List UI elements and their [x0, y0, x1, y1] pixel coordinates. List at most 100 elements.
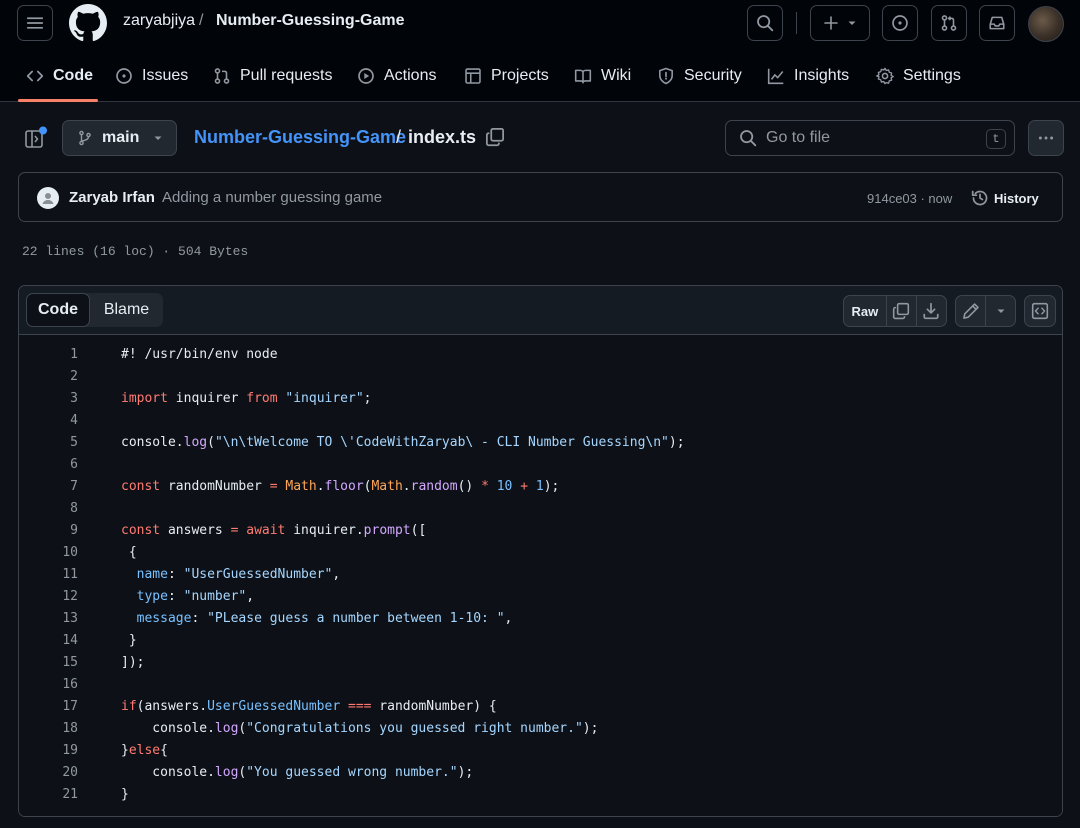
code-square-icon — [1031, 302, 1049, 320]
pull-requests-button[interactable] — [931, 5, 967, 41]
line-number[interactable]: 17 — [38, 696, 78, 718]
line-number[interactable]: 5 — [38, 432, 78, 454]
line-number[interactable]: 2 — [38, 366, 78, 388]
line-code: console.log("\n\tWelcome TO \'CodeWithZa… — [121, 432, 685, 454]
line-number[interactable]: 8 — [38, 498, 78, 520]
shortcut-key: t — [986, 129, 1006, 149]
owner-link[interactable]: zaryabjiya — [123, 12, 195, 30]
code-token: from — [246, 391, 278, 406]
plus-icon — [823, 15, 839, 31]
code-token: "\n\tWelcome TO \'CodeWithZaryab\ - CLI … — [214, 435, 669, 450]
code-token: if — [121, 699, 137, 714]
commit-message[interactable]: Adding a number guessing game — [162, 189, 382, 206]
code-view-button[interactable]: Code — [26, 293, 90, 327]
line-number[interactable]: 13 — [38, 608, 78, 630]
symbols-panel-button[interactable] — [1025, 296, 1055, 326]
commit-sha-time[interactable]: 914ce03 · now — [867, 191, 952, 206]
tab-label: Pull requests — [240, 67, 333, 84]
code-token: ]); — [121, 655, 145, 670]
tab-issues[interactable]: Issues — [115, 56, 188, 96]
github-logo[interactable] — [69, 4, 107, 42]
copy-icon — [892, 302, 910, 320]
line-number[interactable]: 14 — [38, 630, 78, 652]
inbox-button[interactable] — [979, 5, 1015, 41]
code-line: 1 #! /usr/bin/env node — [19, 344, 1062, 366]
file-tree-toggle[interactable] — [22, 125, 50, 153]
line-number[interactable]: 1 — [38, 344, 78, 366]
gear-icon — [876, 67, 903, 85]
tab-label: Issues — [142, 67, 189, 84]
issues-button[interactable] — [882, 5, 918, 41]
github-icon — [69, 4, 107, 42]
code-line: 15]); — [19, 652, 1062, 674]
go-to-file[interactable]: t — [725, 120, 1015, 156]
tab-insights[interactable]: Insights — [767, 56, 849, 96]
line-number[interactable]: 15 — [38, 652, 78, 674]
line-number[interactable]: 3 — [38, 388, 78, 410]
code-token: { — [160, 743, 168, 758]
code-token: === — [348, 699, 372, 714]
code-token: "number" — [183, 589, 247, 604]
tab-actions[interactable]: Actions — [357, 56, 436, 96]
code-token: : — [167, 567, 184, 582]
tab-projects[interactable]: Projects — [464, 56, 549, 96]
copy-raw-button[interactable] — [885, 296, 916, 326]
tab-wiki[interactable]: Wiki — [574, 56, 631, 96]
line-number[interactable]: 9 — [38, 520, 78, 542]
download-button[interactable] — [915, 296, 946, 326]
raw-button[interactable]: Raw — [844, 296, 886, 326]
line-number[interactable]: 4 — [38, 410, 78, 432]
code-token: "PLease guess a number between 1-10: " — [207, 611, 505, 626]
search-button[interactable] — [747, 5, 783, 41]
go-to-file-input[interactable] — [766, 129, 966, 147]
book-icon — [574, 67, 601, 85]
tab-label: Security — [684, 67, 742, 84]
menu-button[interactable] — [17, 5, 53, 41]
line-number[interactable]: 10 — [38, 542, 78, 564]
more-options-button[interactable] — [1028, 120, 1064, 156]
code-token: . — [175, 435, 184, 450]
edit-options-dropdown[interactable] — [985, 296, 1015, 326]
line-number[interactable]: 12 — [38, 586, 78, 608]
code-token: } — [121, 633, 137, 648]
line-number[interactable]: 21 — [38, 784, 78, 806]
code-token: UserGuessedNumber — [207, 699, 341, 714]
code-line: 4 — [19, 410, 1062, 432]
code-token: , — [504, 611, 513, 626]
user-avatar[interactable] — [1028, 6, 1064, 42]
line-number[interactable]: 6 — [38, 454, 78, 476]
code-line: 5 console.log("\n\tWelcome TO \'CodeWithZ… — [19, 432, 1062, 454]
history-button[interactable]: History — [971, 187, 1039, 209]
line-number[interactable]: 20 — [38, 762, 78, 784]
line-number[interactable]: 16 — [38, 674, 78, 696]
header-row: zaryabjiya / Number-Guessing-Game — [0, 0, 1080, 46]
tab-settings[interactable]: Settings — [876, 56, 961, 96]
breadcrumb-repo-link[interactable]: Number-Guessing-Game — [194, 127, 406, 148]
edit-file-button[interactable] — [956, 296, 985, 326]
code-token: import — [121, 391, 168, 406]
tab-label: Wiki — [601, 67, 632, 84]
author-avatar[interactable] — [37, 187, 59, 209]
tab-pull-requests[interactable]: Pull requests — [213, 56, 333, 96]
commit-author[interactable]: Zaryab Irfan — [69, 189, 155, 206]
tab-security[interactable]: Security — [657, 56, 742, 96]
line-code: } — [121, 784, 129, 806]
inbox-icon — [988, 14, 1006, 32]
create-new-button[interactable] — [810, 5, 870, 41]
history-label: History — [994, 190, 1039, 206]
tab-code[interactable]: Code — [26, 56, 93, 96]
line-code: console.log("Congratulations you guessed… — [121, 718, 598, 740]
line-number[interactable]: 7 — [38, 476, 78, 498]
code-body: 1 #! /usr/bin/env node 2 3 import inquirer f… — [19, 335, 1062, 816]
line-code: }else{ — [121, 740, 168, 762]
line-number[interactable]: 19 — [38, 740, 78, 762]
line-number[interactable]: 11 — [38, 564, 78, 586]
branch-selector[interactable]: main — [62, 120, 177, 156]
blame-view-button[interactable]: Blame — [90, 293, 163, 327]
raw-copy-download-group: Raw — [843, 295, 947, 327]
copy-path-button[interactable] — [485, 127, 507, 149]
line-number[interactable]: 18 — [38, 718, 78, 740]
repo-link[interactable]: Number-Guessing-Game — [216, 12, 404, 30]
